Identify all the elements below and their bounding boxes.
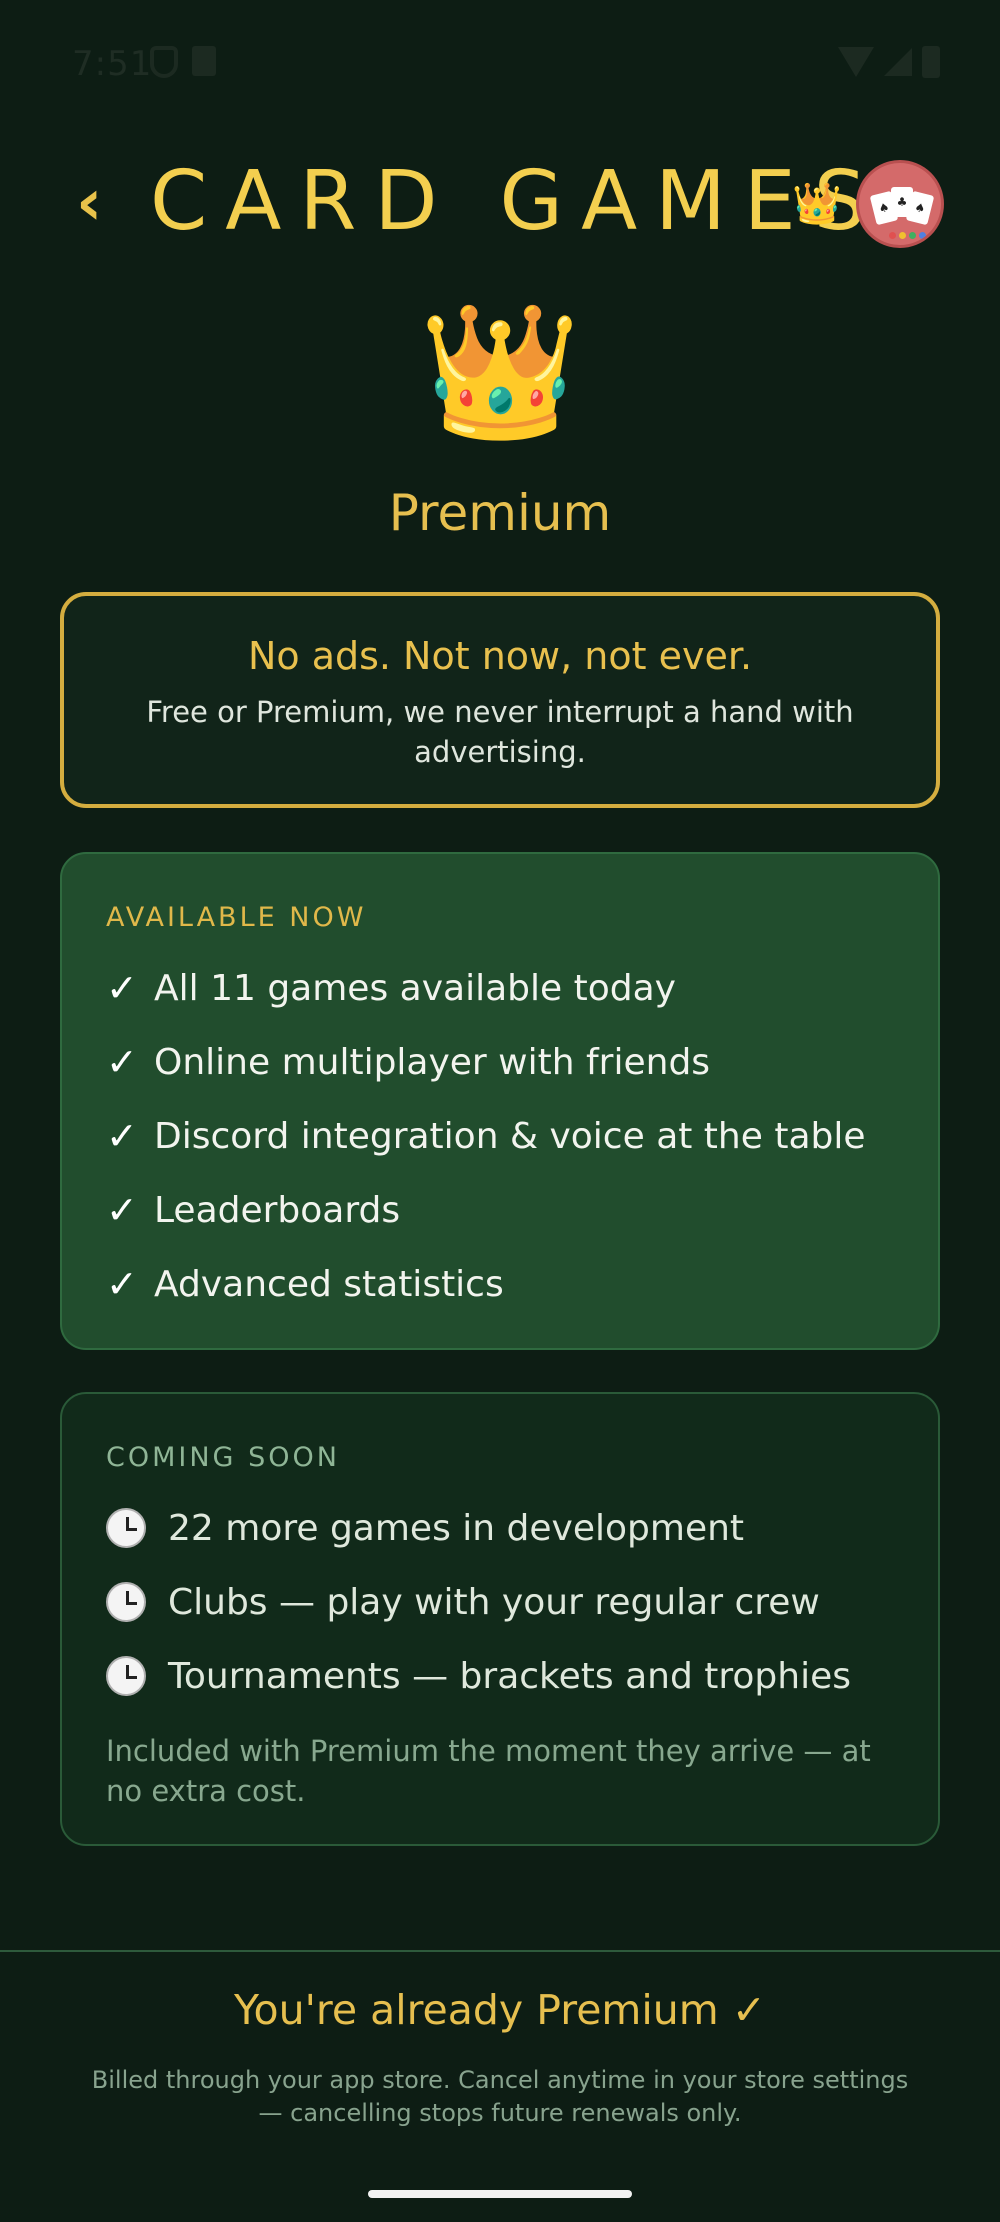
crown-icon: 👑 <box>792 181 842 227</box>
feature-label: Advanced statistics <box>154 1263 504 1305</box>
sim-card-icon <box>192 46 216 76</box>
header: ‹ CARD GAMES 👑 ♠ ♣ ♠ <box>0 150 1000 280</box>
feature-label: Discord integration & voice at the table <box>154 1115 866 1157</box>
list-item: ✓ Online multiplayer with friends <box>106 1025 894 1099</box>
coming-soon-list: 22 more games in development Clubs — pla… <box>106 1491 894 1713</box>
coming-soon-card: COMING SOON 22 more games in development… <box>60 1392 940 1846</box>
available-now-card: AVAILABLE NOW ✓ All 11 games available t… <box>60 852 940 1350</box>
no-ads-card: No ads. Not now, not ever. Free or Premi… <box>60 592 940 808</box>
coming-soon-label: COMING SOON <box>106 1442 340 1473</box>
premium-status-title: You're already Premium ✓ <box>233 1986 767 2034</box>
list-item: ✓ Advanced statistics <box>106 1247 894 1321</box>
list-item: ✓ Discord integration & voice at the tab… <box>106 1099 894 1173</box>
signal-icon <box>884 48 912 76</box>
avatar[interactable]: ♠ ♣ ♠ <box>856 160 944 248</box>
feature-label: Leaderboards <box>154 1189 401 1231</box>
list-item: 22 more games in development <box>106 1491 894 1565</box>
wifi-icon <box>838 47 874 77</box>
coming-soon-item-label: 22 more games in development <box>168 1507 745 1549</box>
available-feature-list: ✓ All 11 games available today ✓ Online … <box>106 951 894 1321</box>
page-title: Premium <box>388 484 612 542</box>
check-icon: ✓ <box>106 1262 138 1306</box>
back-chevron-icon[interactable]: ‹ <box>76 166 102 240</box>
check-icon: ✓ <box>106 1188 138 1232</box>
shield-icon <box>150 46 178 78</box>
check-icon: ✓ <box>106 966 138 1010</box>
coming-soon-item-label: Tournaments — brackets and trophies <box>168 1655 851 1697</box>
avatar-dots <box>889 232 926 239</box>
clock-icon <box>106 1656 146 1696</box>
no-ads-heading: No ads. Not now, not ever. <box>247 634 753 678</box>
feature-label: All 11 games available today <box>154 967 676 1009</box>
clock-icon <box>106 1582 146 1622</box>
footer-divider <box>0 1950 1000 1952</box>
list-item: Tournaments — brackets and trophies <box>106 1639 894 1713</box>
app-title: CARD GAMES <box>150 154 884 249</box>
no-ads-body: Free or Premium, we never interrupt a ha… <box>146 695 854 769</box>
feature-label: Online multiplayer with friends <box>154 1041 711 1083</box>
clock-icon <box>106 1508 146 1548</box>
status-icons-left <box>150 46 216 78</box>
home-indicator[interactable] <box>368 2190 632 2198</box>
available-now-label: AVAILABLE NOW <box>106 902 367 933</box>
status-icons-right <box>838 46 940 78</box>
premium-crown-icon: 👑 <box>419 295 581 447</box>
billing-note: Billed through your app store. Cancel an… <box>91 2066 909 2127</box>
coming-soon-note: Included with Premium the moment they ar… <box>106 1734 871 1808</box>
battery-icon <box>922 46 940 78</box>
list-item: ✓ Leaderboards <box>106 1173 894 1247</box>
coming-soon-item-label: Clubs — play with your regular crew <box>168 1581 820 1623</box>
status-time: 7:51 <box>72 44 153 84</box>
list-item: Clubs — play with your regular crew <box>106 1565 894 1639</box>
status-bar: 7:51 <box>0 0 1000 126</box>
check-icon: ✓ <box>106 1114 138 1158</box>
list-item: ✓ All 11 games available today <box>106 951 894 1025</box>
check-icon: ✓ <box>106 1040 138 1084</box>
